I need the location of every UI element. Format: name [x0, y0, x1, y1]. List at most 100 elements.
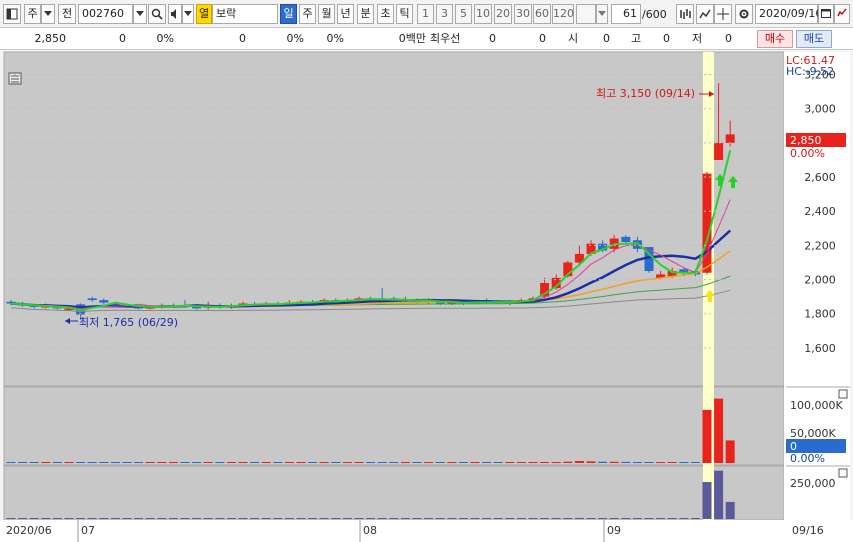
amount-bar: [400, 518, 410, 519]
amount-bar: [470, 518, 480, 519]
amount-bar: [308, 518, 318, 519]
interval-10-button[interactable]: 10: [474, 4, 492, 24]
hc-label: HC:-9.52: [786, 65, 834, 78]
period-year-tab[interactable]: 년: [337, 4, 354, 24]
volume-percent: 0%: [286, 32, 304, 45]
count-total: /600: [642, 8, 667, 21]
amount-bar: [424, 518, 434, 519]
amount-close-icon[interactable]: [838, 468, 848, 478]
amount-bar: [435, 518, 445, 519]
indicator-icon[interactable]: [696, 4, 714, 24]
interval-3-button[interactable]: 3: [436, 4, 453, 24]
amount-bar: [493, 518, 503, 519]
crosshair-icon[interactable]: [714, 4, 732, 24]
volume-bar: [586, 461, 596, 463]
amount-bar: [29, 518, 39, 519]
interval-60-button[interactable]: 60: [533, 4, 551, 24]
amount-bar: [18, 518, 28, 519]
volume-bar: [644, 462, 654, 463]
window-menu-icon[interactable]: [3, 4, 21, 24]
search-icon[interactable]: [148, 4, 166, 24]
speaker-dropdown-icon[interactable]: [182, 4, 194, 24]
volume-bar: [540, 462, 550, 463]
amount-bar: [644, 518, 654, 519]
volume-tick: 50,000K: [790, 427, 836, 440]
market-dropdown-icon[interactable]: [41, 4, 55, 24]
price-tick-label: 3,000: [804, 103, 836, 116]
ask-quantity: 0: [489, 32, 496, 45]
date-input[interactable]: 2020/09/16: [755, 4, 822, 24]
interval-dropdown-icon[interactable]: [596, 4, 608, 24]
volume-bar: [331, 462, 341, 463]
count-input[interactable]: 61: [611, 4, 641, 24]
amount-bar: [180, 518, 190, 519]
period-second-tab[interactable]: 초: [377, 4, 394, 24]
time-label: 2020/06: [6, 524, 52, 537]
volume-close-icon[interactable]: [838, 389, 848, 399]
amount-bar: [412, 518, 422, 519]
volume-bar: [702, 409, 712, 463]
amount-bar: [134, 518, 144, 519]
volume-bar: [609, 461, 619, 463]
volume-bar: [366, 462, 376, 463]
volume-bar: [690, 462, 700, 463]
period-tick-tab[interactable]: 틱: [396, 4, 413, 24]
stock-code-input[interactable]: 002760: [78, 4, 133, 24]
high-value: 0: [663, 32, 670, 45]
volume-bar: [261, 462, 271, 463]
candle-body: [714, 142, 724, 160]
gear-icon[interactable]: [735, 4, 753, 24]
interval-5-button[interactable]: 5: [455, 4, 472, 24]
sell-button[interactable]: 매도: [796, 30, 832, 48]
amount-bar: [366, 518, 376, 519]
volume-bar: [296, 462, 306, 463]
chart-type-icon[interactable]: [676, 4, 694, 24]
volume-bar: [41, 462, 51, 463]
volume-bar: [180, 462, 190, 463]
volume-bar: [632, 462, 642, 463]
volume-bar: [679, 462, 689, 463]
interval-30-button[interactable]: 30: [514, 4, 532, 24]
stock-status-badge: 열: [196, 4, 212, 24]
volume-tick: 100,000K: [790, 399, 843, 412]
volume-bar: [598, 461, 608, 463]
interval-1-button[interactable]: 1: [417, 4, 434, 24]
chart-options-icon[interactable]: [834, 4, 850, 24]
price-tick-label: 2,200: [804, 239, 836, 252]
amount-bar: [679, 518, 689, 519]
volume-bar: [110, 462, 120, 463]
amount-bar: [87, 518, 97, 519]
amount-bar: [110, 518, 120, 519]
buy-button[interactable]: 매수: [757, 30, 793, 48]
volume-bar: [157, 462, 167, 463]
volume-bar: [76, 462, 86, 463]
amount-bar: [656, 518, 666, 519]
speaker-icon[interactable]: [168, 4, 182, 24]
current-pct-label: 0.00%: [790, 147, 825, 160]
interval-20-button[interactable]: 20: [494, 4, 512, 24]
code-dropdown-icon[interactable]: [133, 4, 147, 24]
market-select[interactable]: 주: [24, 4, 41, 24]
interval-custom-input[interactable]: [576, 4, 596, 24]
volume-bar: [656, 462, 666, 463]
volume-bar: [574, 461, 584, 463]
period-week-tab[interactable]: 주: [299, 4, 316, 24]
period-minute-tab[interactable]: 분: [357, 4, 374, 24]
time-label: 07: [81, 524, 95, 537]
stock-chart[interactable]: 3,2003,0002,8002,6002,4002,2002,0001,800…: [0, 50, 853, 542]
amount-bar: [6, 518, 16, 519]
stock-type-button[interactable]: 전: [58, 4, 76, 24]
period-month-tab[interactable]: 월: [318, 4, 335, 24]
amount-bar: [621, 518, 631, 519]
amount-bar: [41, 518, 51, 519]
amount-bar: [586, 518, 596, 519]
interval-120-button[interactable]: 120: [552, 4, 574, 24]
stock-name-field[interactable]: 보락: [212, 4, 278, 24]
amount-bar: [563, 518, 573, 519]
period-day-tab[interactable]: 일: [280, 4, 297, 24]
volume-pane: [3, 386, 785, 466]
candle-body: [725, 134, 735, 143]
volume-bar: [505, 462, 515, 463]
volume-bar: [99, 462, 109, 463]
calendar-icon[interactable]: [818, 4, 834, 24]
